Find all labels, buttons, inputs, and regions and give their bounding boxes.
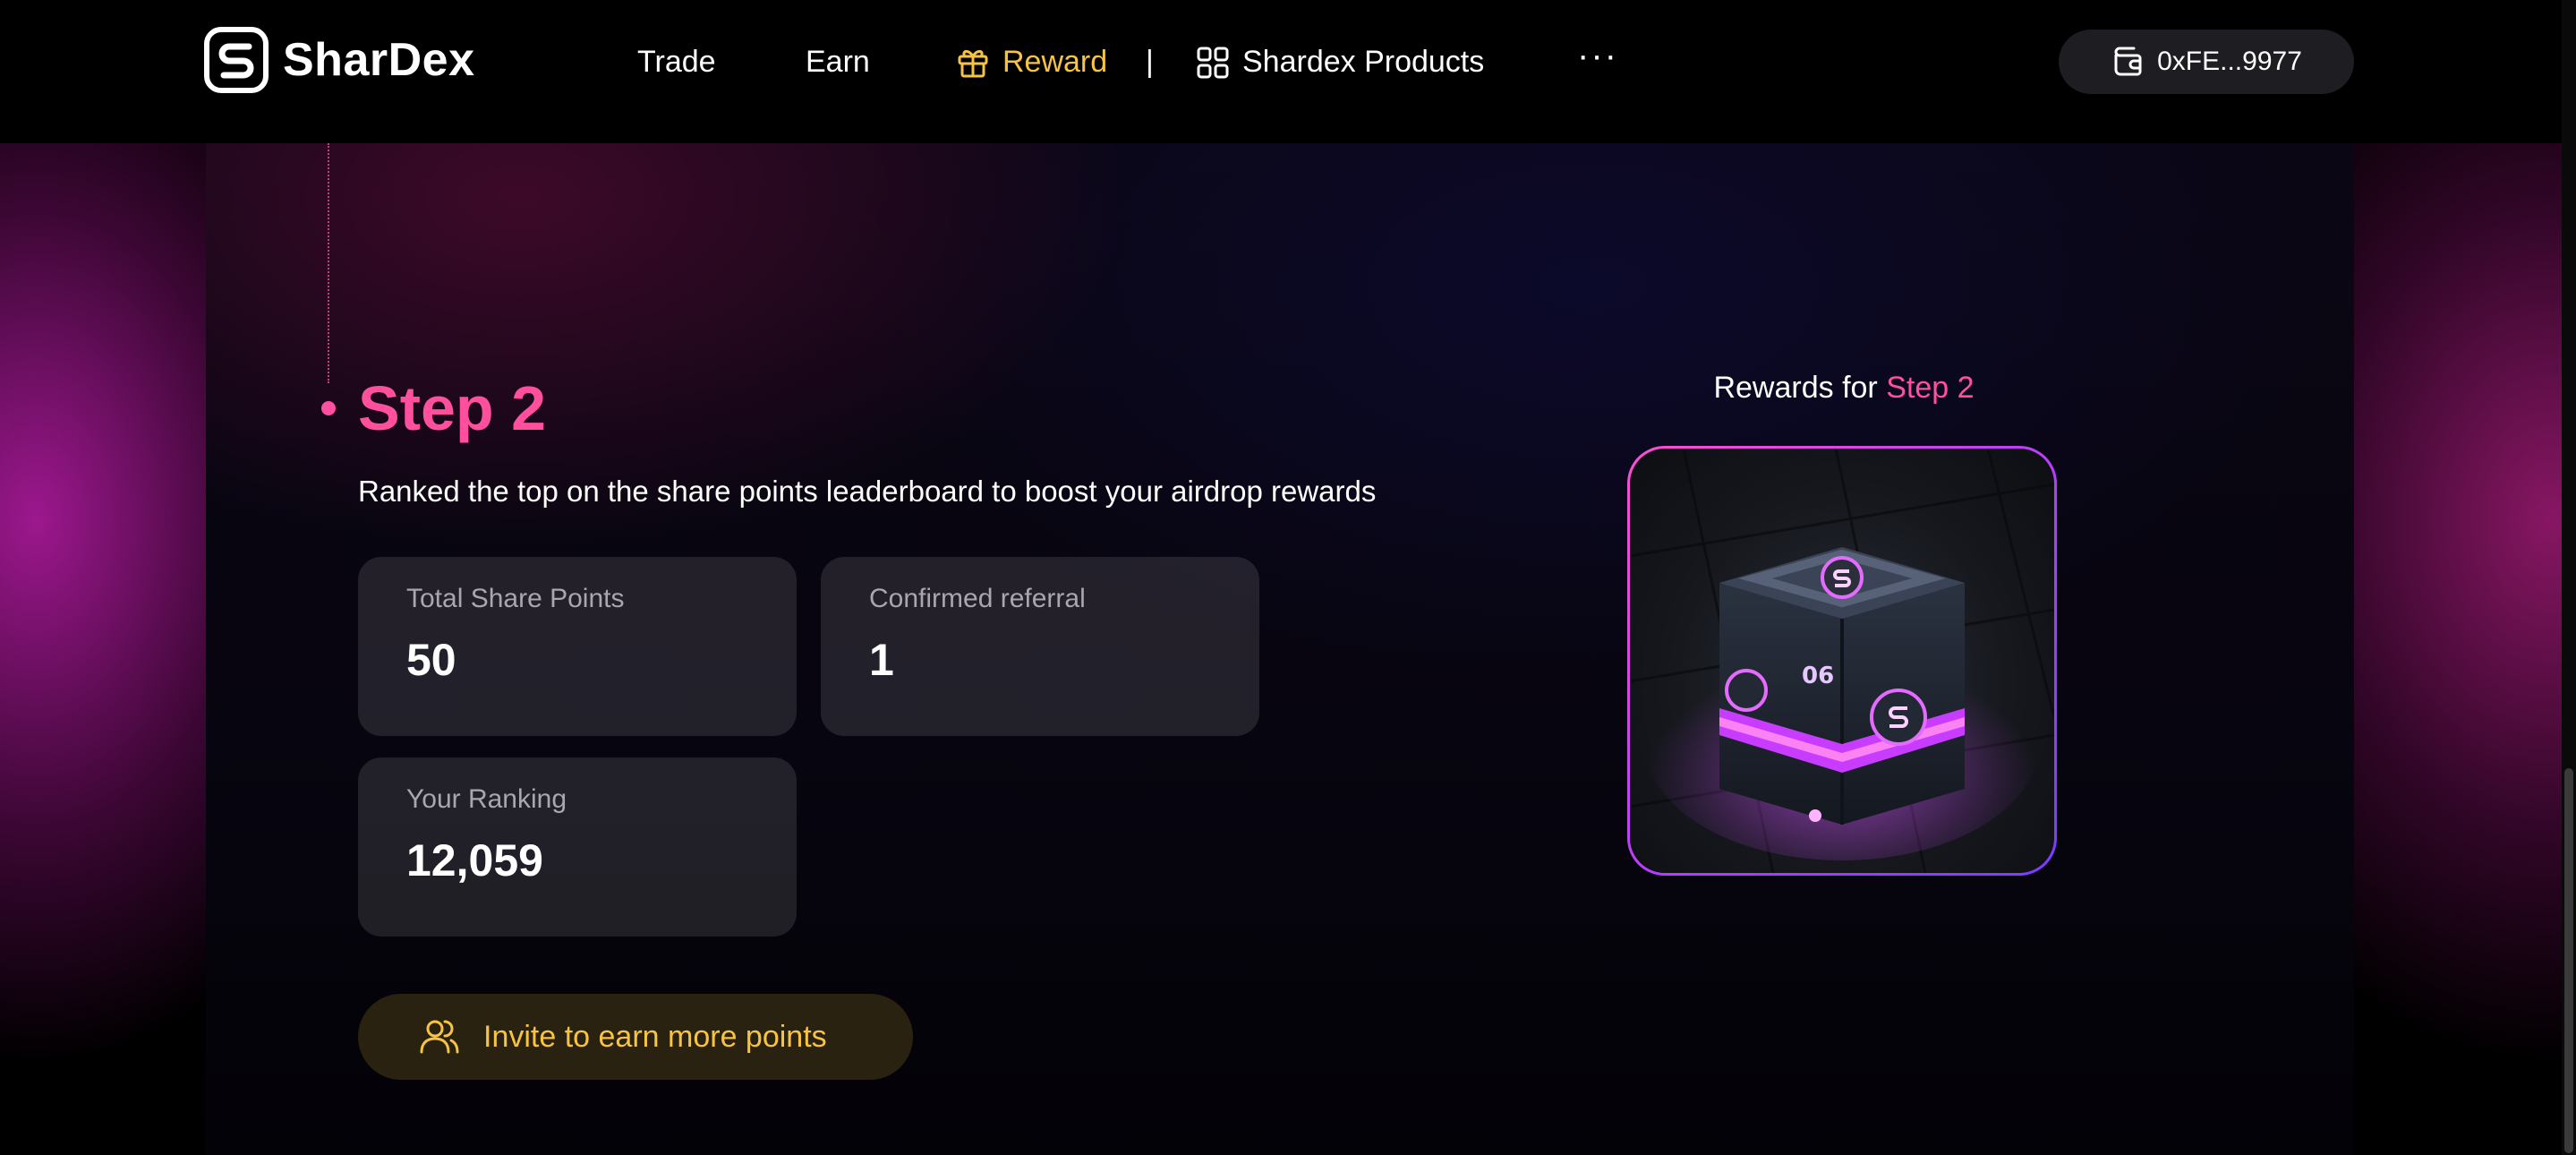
nav-earn[interactable]: Earn xyxy=(806,45,870,80)
mystery-box-illustration: 06 xyxy=(1630,449,2054,873)
timeline-dot xyxy=(321,401,336,415)
nav-shardex-products[interactable]: Shardex Products xyxy=(1196,45,1484,80)
rewards-title-step: Step 2 xyxy=(1886,371,1975,405)
confirmed-referral-label: Confirmed referral xyxy=(869,584,1086,613)
nav-trade[interactable]: Trade xyxy=(637,45,716,80)
more-menu-button[interactable]: ··· xyxy=(1577,36,1618,76)
total-share-points-card: Total Share Points 50 xyxy=(358,557,797,736)
confirmed-referral-value: 1 xyxy=(869,635,894,685)
reward-box-image-frame: 06 xyxy=(1627,446,2057,876)
wallet-button[interactable]: 0xFE...9977 xyxy=(2059,30,2354,94)
your-ranking-label: Your Ranking xyxy=(406,784,567,814)
step-description: Ranked the top on the share points leade… xyxy=(358,475,1377,508)
timeline-line xyxy=(328,143,329,383)
nav-reward-label: Reward xyxy=(1002,45,1108,79)
gift-icon xyxy=(958,49,988,77)
brand-logo[interactable]: SharDex xyxy=(204,27,475,93)
users-icon xyxy=(420,1020,459,1054)
invite-button-label: Invite to earn more points xyxy=(483,1019,827,1054)
invite-button[interactable]: Invite to earn more points xyxy=(358,994,913,1080)
reward-box-image: 06 xyxy=(1630,449,2054,873)
svg-text:06: 06 xyxy=(1802,663,1834,689)
step-title: Step 2 xyxy=(358,373,547,443)
nav-separator: | xyxy=(1146,45,1154,79)
wallet-address: 0xFE...9977 xyxy=(2157,47,2302,76)
confirmed-referral-card: Confirmed referral 1 xyxy=(821,557,1259,736)
nav-reward[interactable]: Reward xyxy=(956,45,1107,80)
brand-name: SharDex xyxy=(283,34,475,86)
shardex-logo-icon xyxy=(204,27,269,93)
nav-shardex-products-label: Shardex Products xyxy=(1242,45,1485,79)
grid-icon xyxy=(1197,47,1229,78)
nav-trade-label: Trade xyxy=(637,45,716,79)
your-ranking-card: Your Ranking 12,059 xyxy=(358,757,797,937)
wallet-icon xyxy=(2114,47,2142,76)
top-navbar: SharDex Trade Earn Reward | Shardex Prod… xyxy=(0,0,2562,143)
scrollbar-thumb[interactable] xyxy=(2564,768,2573,1153)
rewards-title-prefix: Rewards for xyxy=(1713,371,1887,405)
rewards-title: Rewards for Step 2 xyxy=(1629,371,2059,406)
your-ranking-value: 12,059 xyxy=(406,835,543,886)
total-share-points-label: Total Share Points xyxy=(406,584,625,613)
nav-earn-label: Earn xyxy=(806,45,870,79)
total-share-points-value: 50 xyxy=(406,635,456,685)
